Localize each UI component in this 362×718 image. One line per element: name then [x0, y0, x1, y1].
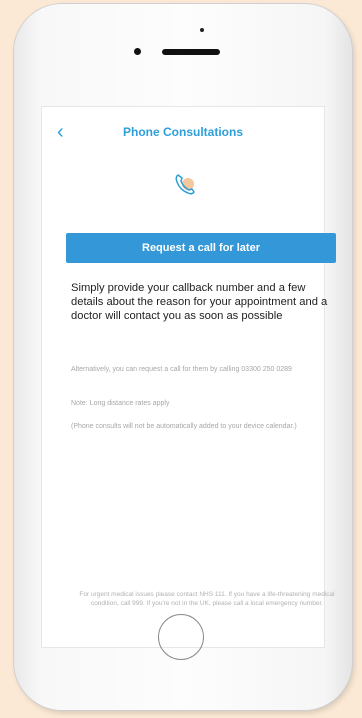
calendar-note: (Phone consults will not be automaticall… — [71, 423, 297, 430]
proximity-sensor — [134, 48, 141, 55]
home-button[interactable] — [158, 614, 204, 660]
phone-handset-icon — [175, 174, 195, 195]
intro-text: Simply provide your callback number and … — [71, 282, 328, 322]
request-call-button[interactable]: Request a call for later — [66, 233, 336, 263]
rates-note: Note: Long distance rates apply — [71, 400, 170, 407]
earpiece-speaker — [162, 49, 220, 55]
front-camera — [200, 28, 204, 32]
nav-bar: ‹ Phone Consultations — [42, 107, 324, 157]
app-screen: ‹ Phone Consultations Request a call for… — [41, 106, 336, 648]
alt-call-text: Alternatively, you can request a call fo… — [71, 366, 292, 373]
page-title: Phone Consultations — [123, 125, 243, 139]
footer-disclaimer: For urgent medical issues please contact… — [79, 591, 335, 607]
